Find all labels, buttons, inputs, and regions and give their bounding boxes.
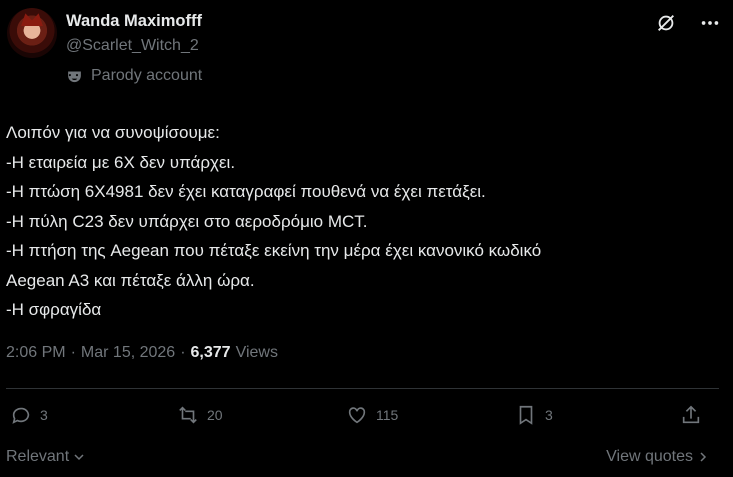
views-count: 6,377 bbox=[190, 344, 231, 361]
views-label: Views bbox=[235, 344, 278, 361]
chevron-down-icon bbox=[74, 454, 84, 461]
tweet-line: -Η σφραγίδα bbox=[6, 300, 102, 319]
reply-count: 3 bbox=[40, 407, 48, 423]
divider bbox=[6, 388, 719, 389]
repost-count: 20 bbox=[207, 407, 223, 423]
like-button[interactable]: 115 bbox=[346, 404, 398, 426]
parody-label: Parody account bbox=[66, 67, 202, 85]
parody-label-text: Parody account bbox=[91, 67, 203, 84]
tweet-line: -Η πτώση 6X4981 δεν έχει καταγραφεί πουθ… bbox=[6, 182, 486, 201]
meta-separator: · bbox=[180, 344, 186, 361]
share-icon bbox=[682, 405, 700, 424]
tweet-line: -Η πύλη C23 δεν υπάρχει στο αεροδρόμιο M… bbox=[6, 211, 368, 231]
bookmark-icon bbox=[519, 405, 533, 425]
chevron-right-icon bbox=[700, 452, 707, 462]
view-quotes-label: View quotes bbox=[606, 448, 693, 465]
sort-dropdown[interactable]: Relevant bbox=[6, 448, 85, 466]
reply-button[interactable]: 3 bbox=[10, 404, 48, 426]
avatar[interactable] bbox=[7, 8, 57, 58]
repost-icon bbox=[179, 406, 197, 424]
reply-controls: Relevant View quotes bbox=[6, 448, 709, 466]
tweet-line: -Η εταιρεία με 6Χ δεν υπάρχει. bbox=[6, 152, 236, 172]
headpiece-icon bbox=[21, 13, 43, 26]
action-bar: 3 20 115 3 bbox=[10, 404, 710, 434]
tweet-meta: 2:06 PM · Mar 15, 2026 · 6,377 Views bbox=[6, 344, 278, 362]
heart-icon bbox=[348, 407, 366, 424]
share-button[interactable] bbox=[680, 404, 702, 426]
bookmark-count: 3 bbox=[545, 407, 553, 423]
reply-icon bbox=[12, 407, 30, 424]
like-count: 115 bbox=[376, 407, 399, 423]
bookmark-button[interactable]: 3 bbox=[515, 404, 553, 426]
tweet-date[interactable]: Mar 15, 2026 bbox=[81, 344, 175, 362]
tweet-line: Λοιπόν για να συνοψίσουμε: bbox=[6, 123, 220, 142]
view-quotes-link[interactable]: View quotes bbox=[606, 448, 709, 466]
tweet-line: -Η πτήση της Aegean που πέταξε εκείνη τη… bbox=[6, 241, 542, 260]
mask-icon bbox=[68, 71, 81, 82]
author-handle[interactable]: @Scarlet_Witch_2 bbox=[66, 37, 199, 55]
tweet-time[interactable]: 2:06 PM bbox=[6, 344, 66, 362]
top-actions bbox=[655, 12, 721, 34]
more-icon[interactable] bbox=[699, 12, 721, 34]
repost-button[interactable]: 20 bbox=[177, 404, 223, 426]
tweet-text: Λοιπόν για να συνοψίσουμε: -Η εταιρεία μ… bbox=[6, 118, 721, 325]
meta-separator: · bbox=[70, 344, 76, 361]
sort-label: Relevant bbox=[6, 448, 70, 465]
grok-icon[interactable] bbox=[655, 12, 677, 34]
tweet-line: Aegean A3 και πέταξε άλλη ώρα. bbox=[6, 270, 255, 290]
author-name[interactable]: Wanda Maximofff bbox=[66, 12, 202, 31]
